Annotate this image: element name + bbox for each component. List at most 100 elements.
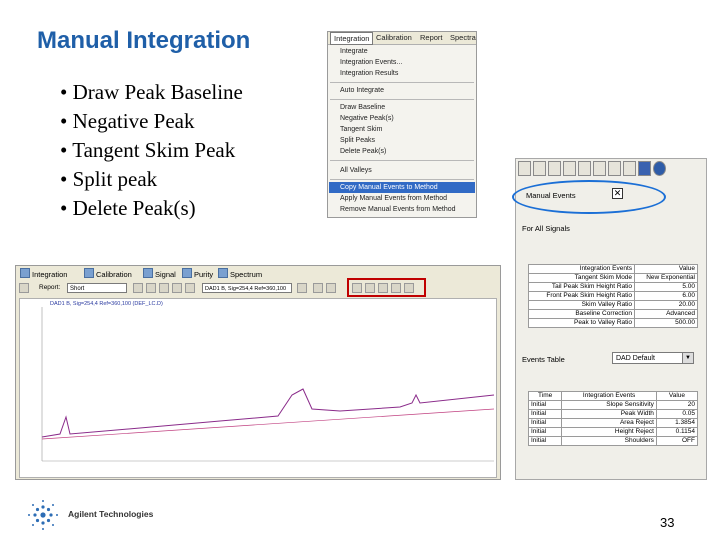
chevron-down-icon[interactable] <box>297 283 307 293</box>
menu-divider <box>330 179 474 180</box>
events-table-dropdown[interactable]: DAD Default ▼ <box>612 352 694 364</box>
table-row[interactable]: Skim Valley Ratio 20.00 <box>527 300 698 310</box>
bullet-item: • Tangent Skim Peak <box>60 138 236 162</box>
help-icon[interactable] <box>653 161 666 176</box>
table-cell[interactable]: Height Reject <box>561 427 657 437</box>
print-icon[interactable] <box>19 283 29 293</box>
toolbar-icon[interactable] <box>172 283 182 293</box>
tab-purity[interactable]: Purity <box>182 268 213 279</box>
menu-item-integrate[interactable]: Integrate <box>340 48 368 55</box>
table-row[interactable]: Tangent Skim Mode New Exponential <box>527 273 698 283</box>
events-icon[interactable] <box>533 161 546 176</box>
table-row[interactable]: Initial Peak Width 0.05 <box>527 409 699 419</box>
table-cell[interactable]: 20.00 <box>634 300 698 310</box>
menu-report[interactable]: Report <box>420 33 443 42</box>
table-cell[interactable]: OFF <box>655 436 699 446</box>
split-icon[interactable] <box>593 161 606 176</box>
table-cell[interactable]: Initial <box>527 418 563 428</box>
table-icon[interactable] <box>608 161 621 176</box>
columns-icon[interactable] <box>623 161 636 176</box>
menu-item-all-valleys[interactable]: All Valleys <box>340 167 372 174</box>
toolbar-icon[interactable] <box>159 283 169 293</box>
signal-dropdown[interactable]: DAD1 B, Sig=254,4 Ref=360,100 <box>202 283 292 293</box>
table-cell[interactable]: 0.05 <box>655 409 699 419</box>
integrate-icon[interactable] <box>518 161 531 176</box>
toolbar-icon[interactable] <box>326 283 336 293</box>
column-header: Time <box>527 391 563 401</box>
table-row[interactable]: Initial Shoulders OFF <box>527 436 699 446</box>
menu-item-delete-peaks[interactable]: Delete Peak(s) <box>340 148 386 155</box>
menu-item-tangent-skim[interactable]: Tangent Skim <box>340 126 382 133</box>
integration-menu: Integration Calibration Report Spectra I… <box>327 31 477 218</box>
table-cell[interactable]: 500.00 <box>634 318 698 328</box>
integration-tab-icon <box>20 268 30 278</box>
manual-integration-tools-highlight <box>347 278 426 297</box>
table-cell[interactable]: Slope Sensitivity <box>561 400 657 410</box>
save-icon[interactable] <box>638 161 651 176</box>
table-cell[interactable]: Advanced <box>634 309 698 319</box>
column-header: Integration Events <box>527 264 636 274</box>
table-cell: Baseline Correction <box>527 309 636 319</box>
events-table: Integration Events Value Tangent Skim Mo… <box>527 264 698 328</box>
toolbar-icon[interactable] <box>133 283 143 293</box>
tab-spectrum[interactable]: Spectrum <box>218 268 262 279</box>
baseline-icon[interactable] <box>548 161 561 176</box>
table-cell[interactable]: Peak Width <box>561 409 657 419</box>
table-cell[interactable]: 20 <box>655 400 699 410</box>
tab-label: Spectrum <box>230 270 263 279</box>
menu-integration[interactable]: Integration <box>330 32 374 45</box>
toolbar-icon[interactable] <box>185 283 195 293</box>
table-cell[interactable]: Initial <box>527 409 563 419</box>
table-row[interactable]: Initial Slope Sensitivity 20 <box>527 400 699 410</box>
table-row[interactable]: Initial Height Reject 0.1154 <box>527 427 699 437</box>
tab-label: Calibration <box>96 270 132 279</box>
table-cell[interactable]: 1.3854 <box>655 418 699 428</box>
menu-divider <box>330 82 474 83</box>
chevron-down-icon[interactable]: ▼ <box>682 353 693 363</box>
page-number: 33 <box>660 515 675 530</box>
table-cell[interactable]: Shoulders <box>561 436 657 446</box>
table-cell[interactable]: Initial <box>527 427 563 437</box>
table-cell[interactable]: New Exponential <box>634 273 698 283</box>
toolbar-icon[interactable] <box>146 283 156 293</box>
menu-item-apply-manual-events[interactable]: Apply Manual Events from Method <box>340 195 447 202</box>
menu-calibration[interactable]: Calibration <box>376 33 412 42</box>
table-cell: Tail Peak Skim Height Ratio <box>527 282 636 292</box>
bullet-item: • Negative Peak <box>60 109 195 133</box>
tab-integration[interactable]: Integration <box>20 268 67 279</box>
menu-spectra[interactable]: Spectra <box>450 33 476 42</box>
bullet-item: • Delete Peak(s) <box>60 196 196 220</box>
table-cell[interactable]: Initial <box>527 400 563 410</box>
table-row[interactable]: Peak to Valley Ratio 500.00 <box>527 318 698 328</box>
tangent-icon[interactable] <box>578 161 591 176</box>
table-row[interactable]: Baseline Correction Advanced <box>527 309 698 319</box>
tab-signal[interactable]: Signal <box>143 268 176 279</box>
signal-tab-icon <box>143 268 153 278</box>
menu-divider <box>330 160 474 161</box>
table-cell[interactable]: Area Reject <box>561 418 657 428</box>
plot-header: DAD1 B, Sig=254,4 Ref=360,100 (DEF_LC.D) <box>50 301 163 307</box>
menu-item-draw-baseline[interactable]: Draw Baseline <box>340 104 385 111</box>
menu-item-remove-manual-events[interactable]: Remove Manual Events from Method <box>340 206 456 213</box>
table-cell[interactable]: 5.00 <box>634 282 698 292</box>
table-row[interactable]: Tail Peak Skim Height Ratio 5.00 <box>527 282 698 292</box>
zoom-icon[interactable] <box>313 283 323 293</box>
menu-item-integration-results[interactable]: Integration Results <box>340 70 398 77</box>
menu-item-auto-integrate[interactable]: Auto Integrate <box>340 87 384 94</box>
column-header: Integration Events <box>561 391 657 401</box>
menu-item-split-peaks[interactable]: Split Peaks <box>340 137 375 144</box>
table-cell[interactable]: Initial <box>527 436 563 446</box>
report-dropdown[interactable]: Short <box>67 283 127 293</box>
table-row[interactable]: Initial Area Reject 1.3854 <box>527 418 699 428</box>
tab-calibration[interactable]: Calibration <box>84 268 132 279</box>
table-cell[interactable]: 6.00 <box>634 291 698 301</box>
negative-peak-icon[interactable] <box>563 161 576 176</box>
menu-item-integration-events[interactable]: Integration Events... <box>340 59 402 66</box>
menu-item-copy-manual-events[interactable]: Copy Manual Events to Method <box>340 184 438 191</box>
menu-item-negative-peaks[interactable]: Negative Peak(s) <box>340 115 394 122</box>
chromatogram-plot[interactable]: DAD1 B, Sig=254,4 Ref=360,100 (DEF_LC.D) <box>19 298 497 478</box>
chromatogram-toolbar: Report: Short DAD1 B, Sig=254,4 Ref=360,… <box>17 282 501 296</box>
table-row[interactable]: Front Peak Skim Height Ratio 6.00 <box>527 291 698 301</box>
chromatogram-trace <box>41 307 495 462</box>
table-cell[interactable]: 0.1154 <box>655 427 699 437</box>
